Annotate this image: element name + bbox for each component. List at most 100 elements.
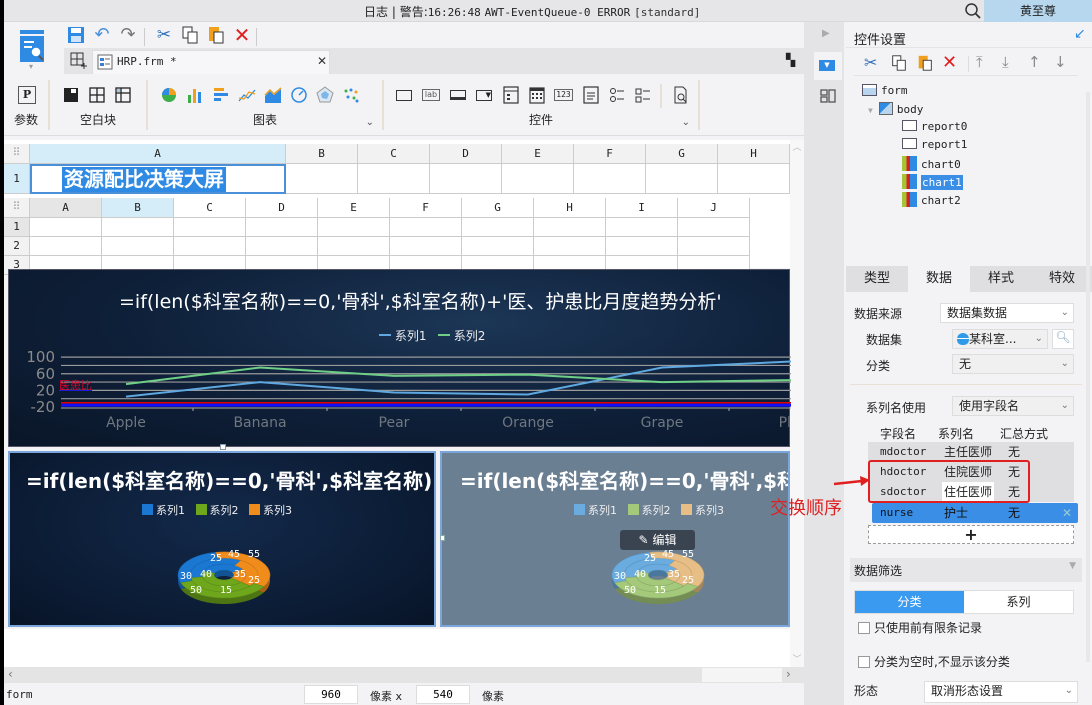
data-source-select[interactable]: 数据集数据 ⌄ [940,303,1074,323]
chart1-donut-chart[interactable]: =if(len($科室名称)==0,'骨科',$科室名称) 系列1 系列2 系列… [8,451,436,627]
tab-effects[interactable]: 特效 [1032,266,1092,292]
tree-node-chart0[interactable]: chart0 [902,156,961,171]
row-header[interactable]: 1 [4,164,30,194]
line-chart-icon[interactable] [238,86,256,104]
new-form-icon[interactable] [70,52,88,70]
aggregation-cell[interactable]: 无 [1008,442,1020,462]
grid-cell[interactable] [678,218,750,237]
series-name-cell[interactable]: 护士 [944,503,968,523]
column-header[interactable]: J [678,198,750,218]
user-name[interactable]: 黄至尊 [984,0,1092,22]
tab-type[interactable]: 类型 [846,266,908,292]
radar-chart-icon[interactable] [316,86,334,104]
legend-item-series2[interactable]: 系列2 [627,504,671,517]
absolute-block-icon[interactable] [62,86,80,104]
radio-group-icon[interactable] [608,86,626,104]
column-header[interactable]: C [358,144,430,164]
move-top-icon[interactable]: ⤒ [976,53,983,71]
select-all-corner-2[interactable]: ⠿ [4,198,30,218]
panel-scrollbar[interactable] [1086,92,1090,662]
charts-expand-icon[interactable]: ⌄ [366,117,374,128]
grid-cell[interactable] [718,164,790,194]
undo-icon[interactable]: ↶ [92,25,112,45]
row-header[interactable]: 2 [4,237,30,256]
grid-cell[interactable] [174,237,246,256]
move-bottom-icon[interactable]: ⤓ [1002,53,1009,71]
grid-cell[interactable] [30,237,102,256]
cut-icon[interactable]: ✂ [154,25,174,45]
horizontal-scrollbar[interactable]: ‹ › [4,667,804,683]
chart0-line-chart[interactable]: =if(len($科室名称)==0,'骨科',$科室名称)+'医、护患比月度趋势… [8,269,791,447]
horizontal-bar-icon[interactable] [212,86,230,104]
tree-collapse-icon[interactable]: ▼ [868,106,873,115]
grid-cell[interactable] [462,237,534,256]
aggregation-cell[interactable]: 无 [1008,503,1020,523]
row-header[interactable]: 1 [4,218,30,237]
hide-empty-checkbox[interactable] [858,656,870,668]
dropdown-widget-icon[interactable]: ▼ [476,90,492,101]
grid-cell[interactable] [606,237,678,256]
column-header[interactable]: B [286,144,358,164]
remove-field-icon[interactable]: ✕ [1062,503,1072,523]
grid-cell[interactable] [462,218,534,237]
column-header[interactable]: C [174,198,246,218]
column-header[interactable]: G [646,144,718,164]
filter-tab-series[interactable]: 系列 [964,591,1073,613]
textbox-widget-icon[interactable] [396,90,412,101]
grid-cell[interactable] [318,218,390,237]
log-message[interactable]: 日志 | 警告:16:26:48 AWT-EventQueue-0 ERROR … [364,3,700,20]
grid-cell[interactable] [606,218,678,237]
grid-cell[interactable] [390,218,462,237]
grid-cell[interactable] [502,164,574,194]
field-row[interactable]: mdoctor 主任医师无 [872,442,1078,462]
grid-cell[interactable] [102,218,174,237]
grid-cell[interactable] [390,237,462,256]
add-field-button[interactable]: + [868,525,1074,544]
dataset-select[interactable]: 某科室... ⌄ [952,329,1048,349]
column-header[interactable]: H [534,198,606,218]
resize-handle[interactable] [220,444,226,450]
vertical-scrollbar[interactable]: ︿ ﹀ [790,140,804,667]
series-name-cell[interactable]: 主任医师 [944,442,992,462]
tree-node-chart2[interactable]: chart2 [902,192,961,207]
tree-node-form[interactable]: form [862,84,908,97]
tree-node-report1[interactable]: report1 [902,138,967,151]
date-widget-icon[interactable] [502,86,520,104]
column-header[interactable]: I [606,198,678,218]
legend-item-series3[interactable]: 系列3 [681,504,724,517]
column-header[interactable]: G [462,198,534,218]
panel-copy-icon[interactable] [890,54,908,72]
expand-panel-icon[interactable]: ▶ [822,28,830,39]
preview-dropdown-icon[interactable]: ▾ [29,62,33,71]
tree-node-body[interactable]: ▼ body [868,102,923,116]
category-select[interactable]: 无 ⌄ [952,354,1074,374]
parameter-icon[interactable]: P [18,86,36,104]
column-header[interactable]: A [30,144,286,164]
gauge-chart-icon[interactable] [290,86,308,104]
tree-node-report0[interactable]: report0 [902,120,967,133]
layout-panel-icon[interactable] [820,88,836,104]
button-widget-icon[interactable] [450,90,466,100]
grid-cell[interactable] [246,218,318,237]
dataset-search-button[interactable]: 🔍︎ [1052,329,1074,349]
scroll-right-icon[interactable]: › [786,667,791,681]
save-icon[interactable] [66,25,86,45]
bar-chart-icon[interactable] [186,86,204,104]
limit-records-option[interactable]: 只使用前有限条记录 [858,619,982,636]
pie-chart-icon[interactable] [160,86,178,104]
limit-records-checkbox[interactable] [858,622,870,634]
collapse-panel-icon[interactable]: ↙ [1074,26,1086,42]
grid-cell[interactable] [318,237,390,256]
move-down-icon[interactable]: ↓ [1054,53,1067,71]
textarea-widget-icon[interactable] [582,86,600,104]
calendar-widget-icon[interactable] [528,86,546,104]
grid-cell[interactable] [286,164,358,194]
series-name-select[interactable]: 使用字段名 ⌄ [952,396,1074,416]
search-query-icon[interactable] [672,86,690,104]
tab-menu-icon[interactable]: ▚ [786,53,795,67]
column-header[interactable]: F [574,144,646,164]
area-chart-icon[interactable] [264,86,282,104]
column-header[interactable]: E [502,144,574,164]
number-widget-icon[interactable]: 123 [554,89,573,101]
column-header[interactable]: B [102,198,174,218]
